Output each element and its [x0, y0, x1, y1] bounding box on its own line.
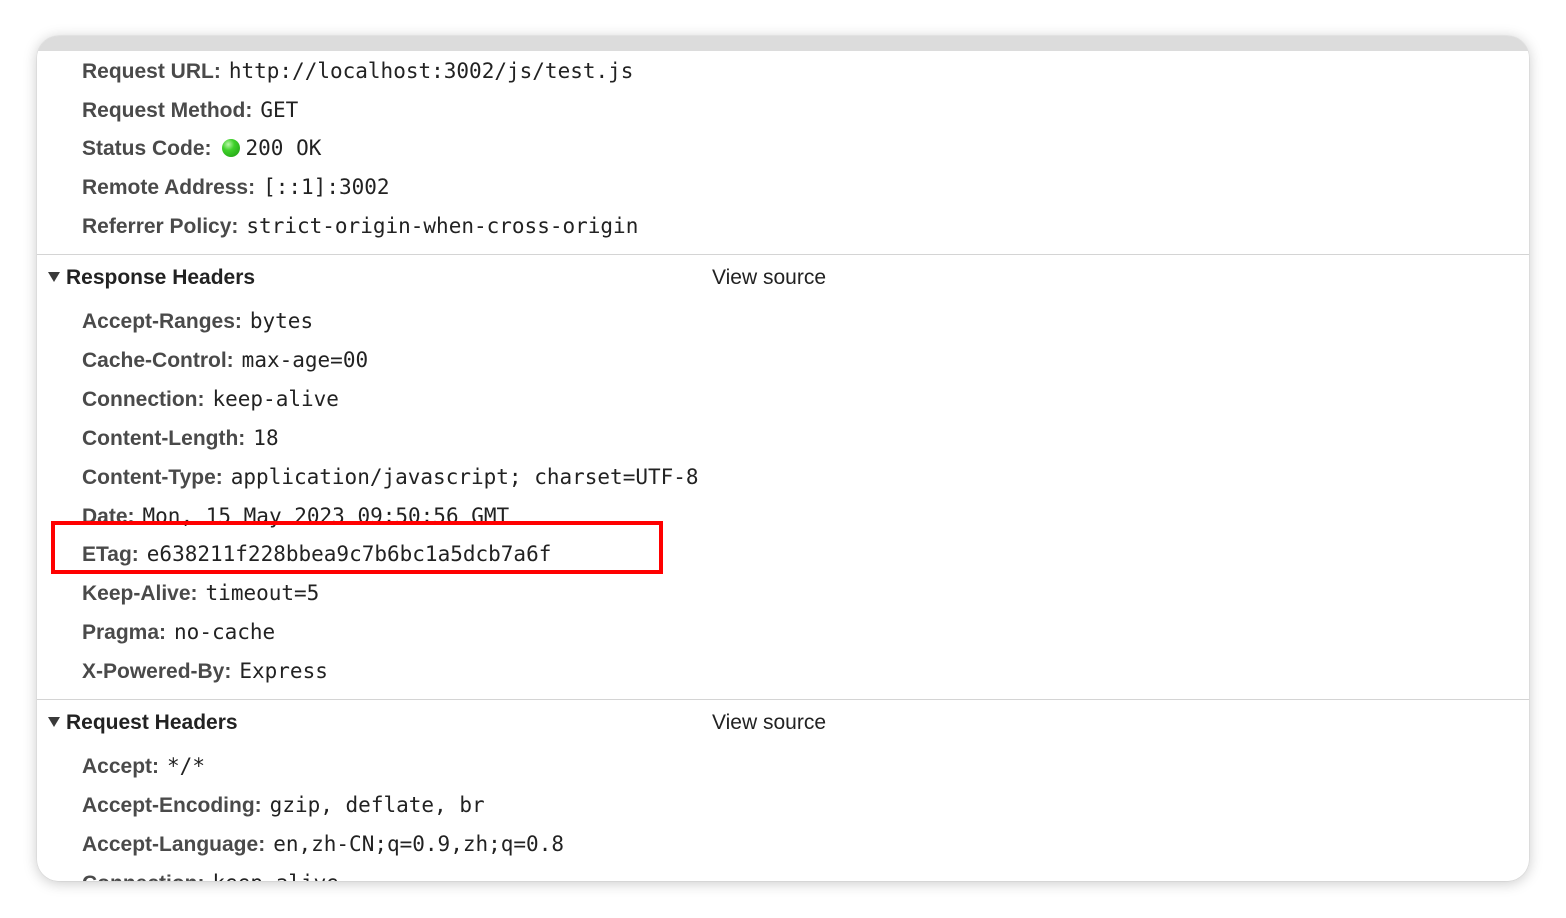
response-header-row: Connection: keep-alive [82, 380, 339, 419]
header-key: Request Method: [82, 99, 253, 122]
header-value: */* [167, 754, 205, 778]
header-key: Accept-Language: [82, 833, 266, 856]
general-row-request-method: Request Method: GET [82, 91, 298, 130]
devtools-window: Request URL: http://localhost:3002/js/tes… [37, 36, 1529, 881]
request-header-row: Accept: */* [82, 747, 205, 786]
header-key: Referrer Policy: [82, 215, 239, 238]
response-header-row: Cache-Control: max-age=00 [82, 341, 368, 380]
header-value: strict-origin-when-cross-origin [246, 214, 639, 238]
request-header-row: Accept-Language: en,zh-CN;q=0.9,zh;q=0.8 [82, 825, 564, 864]
header-value: http://localhost:3002/js/test.js [228, 59, 634, 83]
response-header-row: Date: Mon, 15 May 2023 09:50:56 GMT [82, 497, 509, 536]
section-divider [37, 254, 1529, 255]
header-key: Connection: [82, 388, 205, 411]
header-value: timeout=5 [205, 581, 320, 605]
general-row-request-url: Request URL: http://localhost:3002/js/tes… [82, 52, 633, 91]
header-key: Request URL: [82, 60, 221, 83]
header-key: ETag: [82, 543, 139, 566]
header-key: Pragma: [82, 621, 167, 644]
request-view-source-link[interactable]: View source [712, 703, 826, 743]
general-row-remote-address: Remote Address: [::1]:3002 [82, 168, 390, 207]
header-key: Cache-Control: [82, 349, 234, 372]
header-value: application/javascript; charset=UTF-8 [230, 465, 699, 489]
header-value: max-age=00 [241, 348, 369, 372]
header-key: Remote Address: [82, 176, 256, 199]
section-title: Request Headers [66, 711, 238, 734]
header-key: Accept-Encoding: [82, 794, 262, 817]
header-value: 200 OK [245, 136, 322, 160]
header-key: Content-Type: [82, 466, 223, 489]
header-key: Status Code: [82, 137, 212, 160]
response-header-row-etag: ETag: e638211f228bbea9c7b6bc1a5dcb7a6f [82, 535, 551, 574]
header-key: Accept-Ranges: [82, 310, 242, 333]
request-headers-toggle[interactable]: Request Headers [48, 703, 238, 743]
response-header-row: Pragma: no-cache [82, 613, 275, 652]
request-header-row: Connection: keep-alive [82, 864, 339, 881]
response-header-row: X-Powered-By: Express [82, 652, 328, 691]
header-value: no-cache [174, 620, 276, 644]
header-value: keep-alive [212, 871, 338, 881]
response-header-row: Content-Length: 18 [82, 419, 279, 458]
disclosure-triangle-icon [48, 717, 60, 727]
headers-panel: Request URL: http://localhost:3002/js/tes… [37, 51, 1529, 881]
response-header-row: Keep-Alive: timeout=5 [82, 574, 319, 613]
header-key: Keep-Alive: [82, 582, 198, 605]
header-value: GET [260, 98, 299, 122]
general-row-status-code: Status Code: 200 OK [82, 129, 321, 168]
response-header-row: Accept-Ranges: bytes [82, 302, 313, 341]
header-value: 18 [253, 426, 279, 450]
request-header-row: Accept-Encoding: gzip, deflate, br [82, 786, 485, 825]
header-value: bytes [249, 309, 314, 333]
section-title: Response Headers [66, 266, 256, 289]
general-row-referrer-policy: Referrer Policy: strict-origin-when-cross… [82, 207, 638, 246]
header-value: keep-alive [212, 387, 339, 411]
section-divider [37, 699, 1529, 700]
header-key: Date: [82, 505, 135, 528]
header-value: Mon, 15 May 2023 09:50:56 GMT [142, 504, 510, 528]
header-value: en,zh-CN;q=0.9,zh;q=0.8 [273, 832, 564, 856]
header-key: Accept: [82, 755, 160, 778]
header-value: Express [239, 659, 328, 683]
response-view-source-link[interactable]: View source [712, 258, 826, 298]
status-ok-icon [221, 139, 240, 157]
window-titlebar [37, 36, 1529, 51]
header-key: Content-Length: [82, 427, 246, 450]
header-key: Connection: [82, 872, 204, 881]
response-headers-toggle[interactable]: Response Headers [48, 258, 255, 298]
header-value: [::1]:3002 [263, 175, 390, 199]
header-value: gzip, deflate, br [269, 793, 485, 817]
response-header-row: Content-Type: application/javascript; cha… [82, 458, 699, 497]
header-key: X-Powered-By: [82, 660, 232, 683]
header-value: e638211f228bbea9c7b6bc1a5dcb7a6f [146, 542, 552, 566]
disclosure-triangle-icon [48, 272, 60, 282]
